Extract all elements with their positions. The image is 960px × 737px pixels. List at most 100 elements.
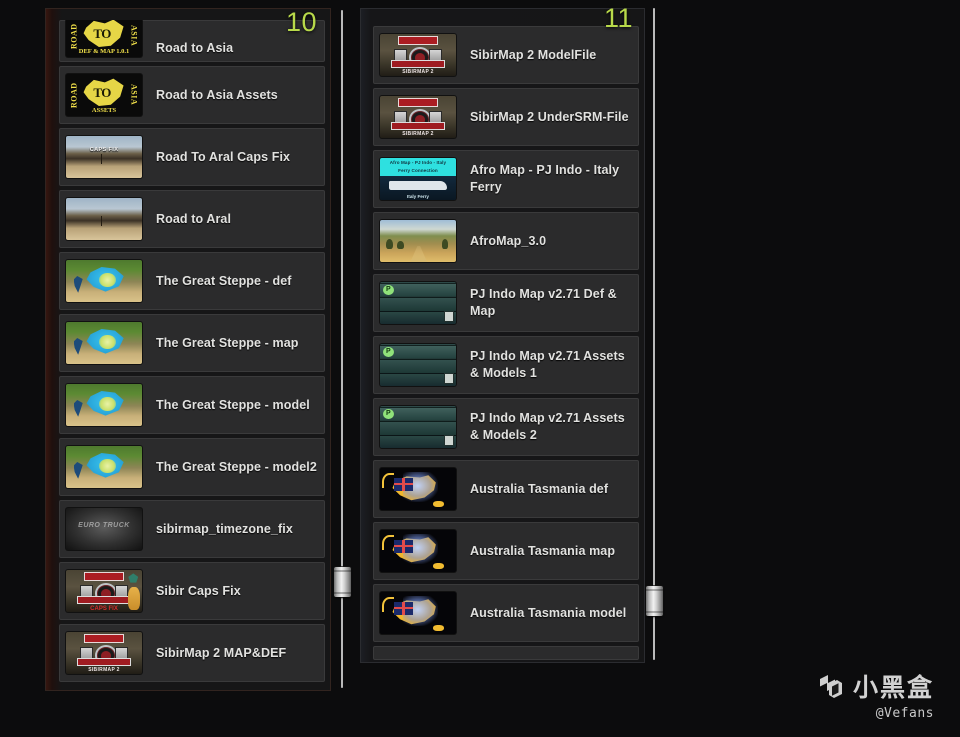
- mod-list-item[interactable]: AfroMap_3.0: [373, 212, 639, 270]
- thumb-sibirmap: SIBIRMAP 2: [380, 34, 456, 76]
- thumb-road-to-asia-assets: TO ROAD ASIA ASSETS: [66, 74, 142, 116]
- thumb-road-to-asia-def-map: TO ROAD ASIA DEF & MAP 1.0.1: [66, 20, 142, 57]
- left-mod-list[interactable]: TO ROAD ASIA DEF & MAP 1.0.1 Road to Asia TO R…: [59, 20, 325, 691]
- mod-list-item-label: SibirMap 2 UnderSRM-File: [470, 109, 629, 124]
- mod-list-item-label: PJ Indo Map v2.71 Assets & Models 1: [470, 349, 625, 380]
- mod-list-item[interactable]: SIBIRMAP 2 SibirMap 2 UnderSRM-File: [373, 88, 639, 146]
- mod-list-item-label: The Great Steppe - def: [156, 273, 292, 288]
- thumb-australia-tasmania: [380, 468, 456, 510]
- mod-list-item[interactable]: Afro Map - PJ Indo - Italy Ferry Connecti…: [373, 150, 639, 208]
- mod-thumbnail: [380, 592, 456, 634]
- thumb-great-steppe: [66, 384, 142, 426]
- right-scrollbar-thumb[interactable]: [646, 586, 663, 616]
- mod-thumbnail: [66, 198, 142, 240]
- left-mod-list-panel: TO ROAD ASIA DEF & MAP 1.0.1 Road to Asia TO R…: [45, 8, 331, 691]
- mod-list-item-label: Road to Asia: [156, 41, 234, 56]
- mod-thumbnail: SIBIRMAP 2: [380, 34, 456, 76]
- mod-list-item[interactable]: P PJ Indo Map v2.71 Assets & Models 1: [373, 336, 639, 394]
- mod-thumbnail: [66, 260, 142, 302]
- mod-list-item[interactable]: CAPS FIX Road To Aral Caps Fix: [59, 128, 325, 186]
- thumb-afromap3: [380, 220, 456, 262]
- mod-list-item[interactable]: EURO TRUCK sibirmap_timezone_fix: [59, 500, 325, 558]
- mod-list-item-label: The Great Steppe - map: [156, 335, 299, 350]
- mod-list-item[interactable]: Australia Tasmania def: [373, 460, 639, 518]
- screen-root: TO ROAD ASIA DEF & MAP 1.0.1 Road to Asia TO R…: [0, 0, 960, 737]
- thumb-sibirmap: SIBIRMAP 2: [380, 96, 456, 138]
- mod-list-item[interactable]: TO ROAD ASIA ASSETS Road to Asia Assets: [59, 66, 325, 124]
- mod-list-item[interactable]: The Great Steppe - model2: [59, 438, 325, 496]
- mod-list-item[interactable]: Australia Tasmania model: [373, 584, 639, 642]
- mod-list-item[interactable]: P PJ Indo Map v2.71 Assets & Models 2: [373, 398, 639, 456]
- mod-list-item-label: SibirMap 2 MAP&DEF: [156, 645, 287, 660]
- thumb-sibir-caps-fix: CAPS FIX: [66, 570, 142, 612]
- left-scrollbar[interactable]: [333, 10, 351, 688]
- mod-list-item-label: Road To Aral Caps Fix: [156, 149, 291, 164]
- mod-list-item[interactable]: CAPS FIX Sibir Caps Fix: [59, 562, 325, 620]
- thumb-pj-indo: P: [380, 282, 456, 324]
- mod-list-item-label: The Great Steppe - model: [156, 397, 310, 412]
- right-mod-list-panel: SIBIRMAP 2 SibirMap 2 ModelFile SIBIRMAP 2…: [360, 8, 645, 663]
- right-scrollbar[interactable]: [645, 8, 663, 660]
- left-page-number: 10: [286, 7, 318, 37]
- watermark: 小黑盒 @Vefans: [816, 672, 934, 721]
- mod-list-item-label: SibirMap 2 ModelFile: [470, 47, 597, 62]
- thumb-desert-caps-fix: CAPS FIX: [66, 136, 142, 178]
- thumb-afro-ferry: Afro Map - PJ Indo - Italy Ferry Connecti…: [380, 158, 456, 200]
- mod-thumbnail: Afro Map - PJ Indo - Italy Ferry Connecti…: [380, 158, 456, 200]
- mod-list-item[interactable]: The Great Steppe - map: [59, 314, 325, 372]
- watermark-brand-row: 小黑盒: [816, 672, 934, 702]
- thumb-great-steppe: [66, 446, 142, 488]
- mod-thumbnail: [66, 322, 142, 364]
- mod-list-item-label: Australia Tasmania model: [470, 605, 627, 620]
- mod-thumbnail: P: [380, 344, 456, 386]
- mod-list-item-label: PJ Indo Map v2.71 Def & Map: [470, 287, 617, 318]
- mod-list-item-label: Australia Tasmania map: [470, 543, 616, 558]
- mod-thumbnail: SIBIRMAP 2: [66, 632, 142, 674]
- mod-list-item[interactable]: The Great Steppe - def: [59, 252, 325, 310]
- mod-thumbnail: [66, 446, 142, 488]
- mod-list-item-label: AfroMap_3.0: [470, 233, 547, 248]
- thumb-great-steppe: [66, 260, 142, 302]
- thumb-desert: [66, 198, 142, 240]
- right-page-number: 11: [604, 3, 634, 33]
- watermark-brand-text: 小黑盒: [852, 672, 934, 702]
- mod-thumbnail: [380, 530, 456, 572]
- mod-list-item[interactable]: Road to Aral: [59, 190, 325, 248]
- mod-list-item-label: Afro Map - PJ Indo - Italy Ferry: [470, 163, 620, 194]
- mod-thumbnail: TO ROAD ASIA ASSETS: [66, 74, 142, 116]
- thumb-australia-tasmania: [380, 592, 456, 634]
- mod-thumbnail: [66, 384, 142, 426]
- mod-list-item-label: Road to Aral: [156, 211, 232, 226]
- mod-list-item[interactable]: The Great Steppe - model: [59, 376, 325, 434]
- mod-list-item-partial[interactable]: [373, 646, 639, 660]
- mod-list-item-label: Sibir Caps Fix: [156, 583, 241, 598]
- mod-list-item[interactable]: SIBIRMAP 2 SibirMap 2 MAP&DEF: [59, 624, 325, 682]
- mod-thumbnail: [380, 468, 456, 510]
- mod-list-item[interactable]: Australia Tasmania map: [373, 522, 639, 580]
- left-scrollbar-thumb[interactable]: [334, 567, 351, 597]
- thumb-pj-indo: P: [380, 344, 456, 386]
- right-scrollbar-track[interactable]: [653, 8, 655, 660]
- mod-list-item-label: Australia Tasmania def: [470, 481, 609, 496]
- mod-thumbnail: EURO TRUCK: [66, 508, 142, 550]
- mod-thumbnail: P: [380, 282, 456, 324]
- thumb-pj-indo: P: [380, 406, 456, 448]
- mod-thumbnail: CAPS FIX: [66, 136, 142, 178]
- mod-list-item[interactable]: SIBIRMAP 2 SibirMap 2 ModelFile: [373, 26, 639, 84]
- mod-thumbnail: [380, 220, 456, 262]
- watermark-handle: @Vefans: [875, 706, 934, 721]
- mod-list-item-label: PJ Indo Map v2.71 Assets & Models 2: [470, 411, 625, 442]
- mod-thumbnail: SIBIRMAP 2: [380, 96, 456, 138]
- right-mod-list[interactable]: SIBIRMAP 2 SibirMap 2 ModelFile SIBIRMAP 2…: [373, 26, 639, 663]
- thumb-grey-truck: EURO TRUCK: [66, 508, 142, 550]
- mod-list-item[interactable]: P PJ Indo Map v2.71 Def & Map: [373, 274, 639, 332]
- mod-thumbnail: P: [380, 406, 456, 448]
- thumb-great-steppe: [66, 322, 142, 364]
- mod-list-item-label: Road to Asia Assets: [156, 87, 278, 102]
- mod-thumbnail: TO ROAD ASIA DEF & MAP 1.0.1: [66, 20, 142, 57]
- mod-list-item-label: The Great Steppe - model2: [156, 459, 317, 474]
- xiaoheihe-logo-icon: [816, 672, 846, 702]
- thumb-australia-tasmania: [380, 530, 456, 572]
- mod-thumbnail: CAPS FIX: [66, 570, 142, 612]
- thumb-sibirmap: SIBIRMAP 2: [66, 632, 142, 674]
